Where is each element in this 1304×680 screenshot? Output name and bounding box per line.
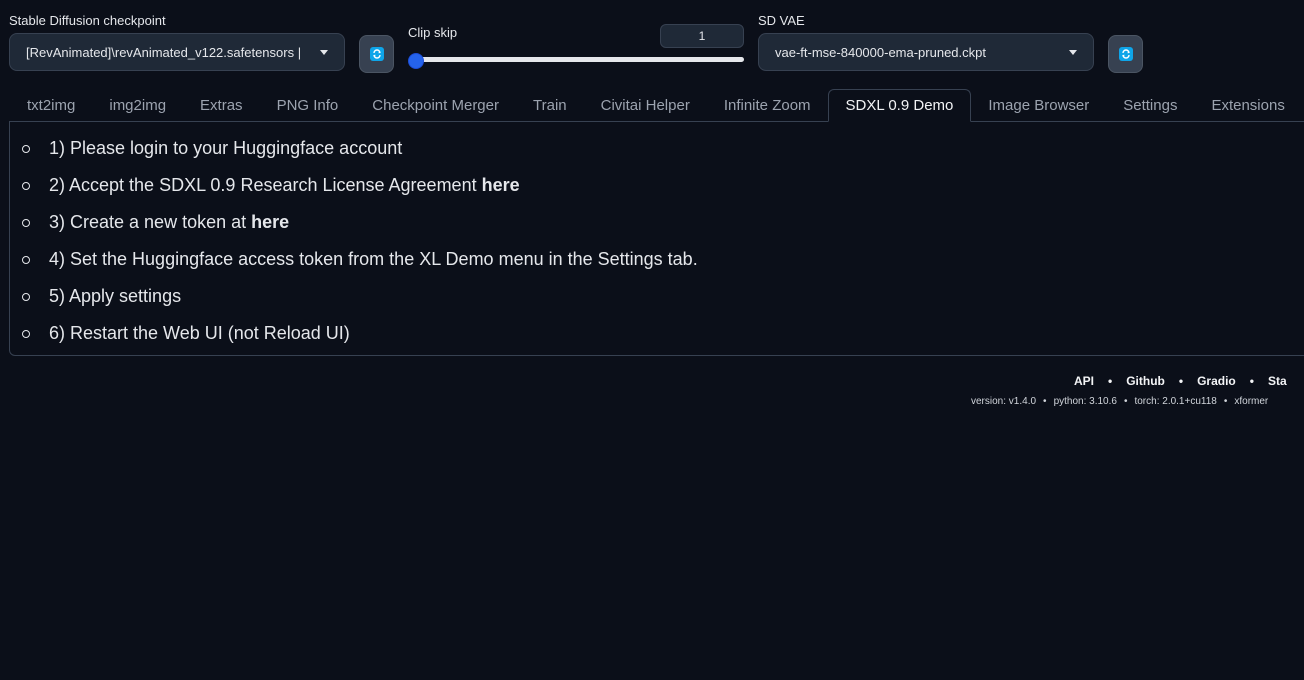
separator-dot: •	[1108, 374, 1113, 388]
separator-dot: •	[1223, 396, 1228, 407]
step-text: 5) Apply settings	[49, 286, 182, 306]
step-text: 2) Accept the SDXL 0.9 Research License …	[49, 175, 477, 195]
footer-links: API • Github • Gradio • Sta	[1074, 374, 1287, 388]
step-text: 3) Create a new token at	[49, 212, 247, 232]
checkpoint-label: Stable Diffusion checkpoint	[9, 13, 166, 28]
separator-dot: •	[1249, 374, 1254, 388]
circle-bullet-icon	[22, 144, 30, 153]
clip-skip-slider-track[interactable]	[414, 57, 744, 62]
clip-skip-slider-thumb[interactable]	[408, 53, 424, 69]
separator-dot: •	[1043, 396, 1047, 407]
circle-bullet-icon	[22, 255, 30, 264]
vae-value: vae-ft-mse-840000-ema-pruned.ckpt	[775, 44, 986, 60]
python-version: python: 3.10.6	[1053, 396, 1117, 407]
xformers-version: xformer	[1234, 396, 1269, 407]
torch-version: torch: 2.0.1+cu118	[1134, 396, 1217, 407]
list-item: 2) Accept the SDXL 0.9 Research License …	[22, 167, 698, 204]
vae-dropdown[interactable]: vae-ft-mse-840000-ema-pruned.ckpt	[758, 33, 1094, 71]
circle-bullet-icon	[22, 329, 30, 338]
step-text: 4) Set the Huggingface access token from…	[49, 249, 698, 269]
footer-link-api[interactable]: API	[1074, 374, 1094, 388]
list-item: 6) Restart the Web UI (not Reload UI)	[22, 315, 698, 352]
vae-refresh-button[interactable]	[1108, 35, 1143, 73]
tab-checkpoint-merger[interactable]: Checkpoint Merger	[355, 89, 516, 122]
footer-link-github[interactable]: Github	[1126, 374, 1165, 388]
list-item: 4) Set the Huggingface access token from…	[22, 241, 698, 278]
chevron-down-icon	[1069, 49, 1077, 55]
sdxl-demo-panel: 1) Please login to your Huggingface acco…	[9, 121, 1304, 356]
checkpoint-value: [RevAnimated]\revAnimated_v122.safetenso…	[26, 44, 302, 60]
footer-link-startup[interactable]: Sta	[1268, 374, 1287, 388]
tab-train[interactable]: Train	[516, 89, 584, 122]
tab-extensions[interactable]: Extensions	[1194, 89, 1301, 122]
refresh-icon	[1118, 47, 1133, 61]
main-tabs: txt2img img2img Extras PNG Info Checkpoi…	[10, 89, 1304, 122]
footer-versions: version: v1.4.0 • python: 3.10.6 • torch: 2.…	[971, 396, 1268, 407]
version-text: version: v1.4.0	[971, 396, 1037, 407]
list-item: 5) Apply settings	[22, 278, 698, 315]
instruction-list: 1) Please login to your Huggingface acco…	[22, 130, 698, 352]
step-text: 1) Please login to your Huggingface acco…	[49, 138, 403, 158]
token-link[interactable]: here	[251, 212, 289, 233]
circle-bullet-icon	[22, 181, 30, 190]
list-item: 3) Create a new token at here	[22, 204, 698, 241]
separator-dot: •	[1178, 374, 1184, 388]
tab-image-browser[interactable]: Image Browser	[971, 89, 1106, 122]
tab-infinite-zoom[interactable]: Infinite Zoom	[707, 89, 828, 122]
tab-txt2img[interactable]: txt2img	[10, 89, 92, 122]
tab-extras[interactable]: Extras	[183, 89, 260, 122]
tab-sdxl-demo[interactable]: SDXL 0.9 Demo	[827, 89, 972, 122]
chevron-down-icon	[320, 49, 328, 55]
tab-img2img[interactable]: img2img	[92, 89, 183, 122]
vae-label: SD VAE	[758, 13, 805, 28]
list-item: 1) Please login to your Huggingface acco…	[22, 130, 698, 167]
separator-dot: •	[1123, 396, 1128, 407]
clip-skip-number-input[interactable]: 1	[660, 24, 744, 48]
footer-link-gradio[interactable]: Gradio	[1197, 374, 1236, 388]
step-text: 6) Restart the Web UI (not Reload UI)	[49, 323, 350, 343]
checkpoint-dropdown[interactable]: [RevAnimated]\revAnimated_v122.safetenso…	[9, 33, 345, 71]
tab-png-info[interactable]: PNG Info	[260, 89, 356, 122]
clip-skip-label: Clip skip	[408, 25, 458, 40]
license-link[interactable]: here	[482, 175, 520, 196]
checkpoint-refresh-button[interactable]	[359, 35, 394, 73]
tab-civitai-helper[interactable]: Civitai Helper	[584, 89, 707, 122]
tab-settings[interactable]: Settings	[1106, 89, 1194, 122]
circle-bullet-icon	[22, 218, 30, 227]
circle-bullet-icon	[22, 292, 30, 301]
refresh-icon	[369, 47, 384, 61]
